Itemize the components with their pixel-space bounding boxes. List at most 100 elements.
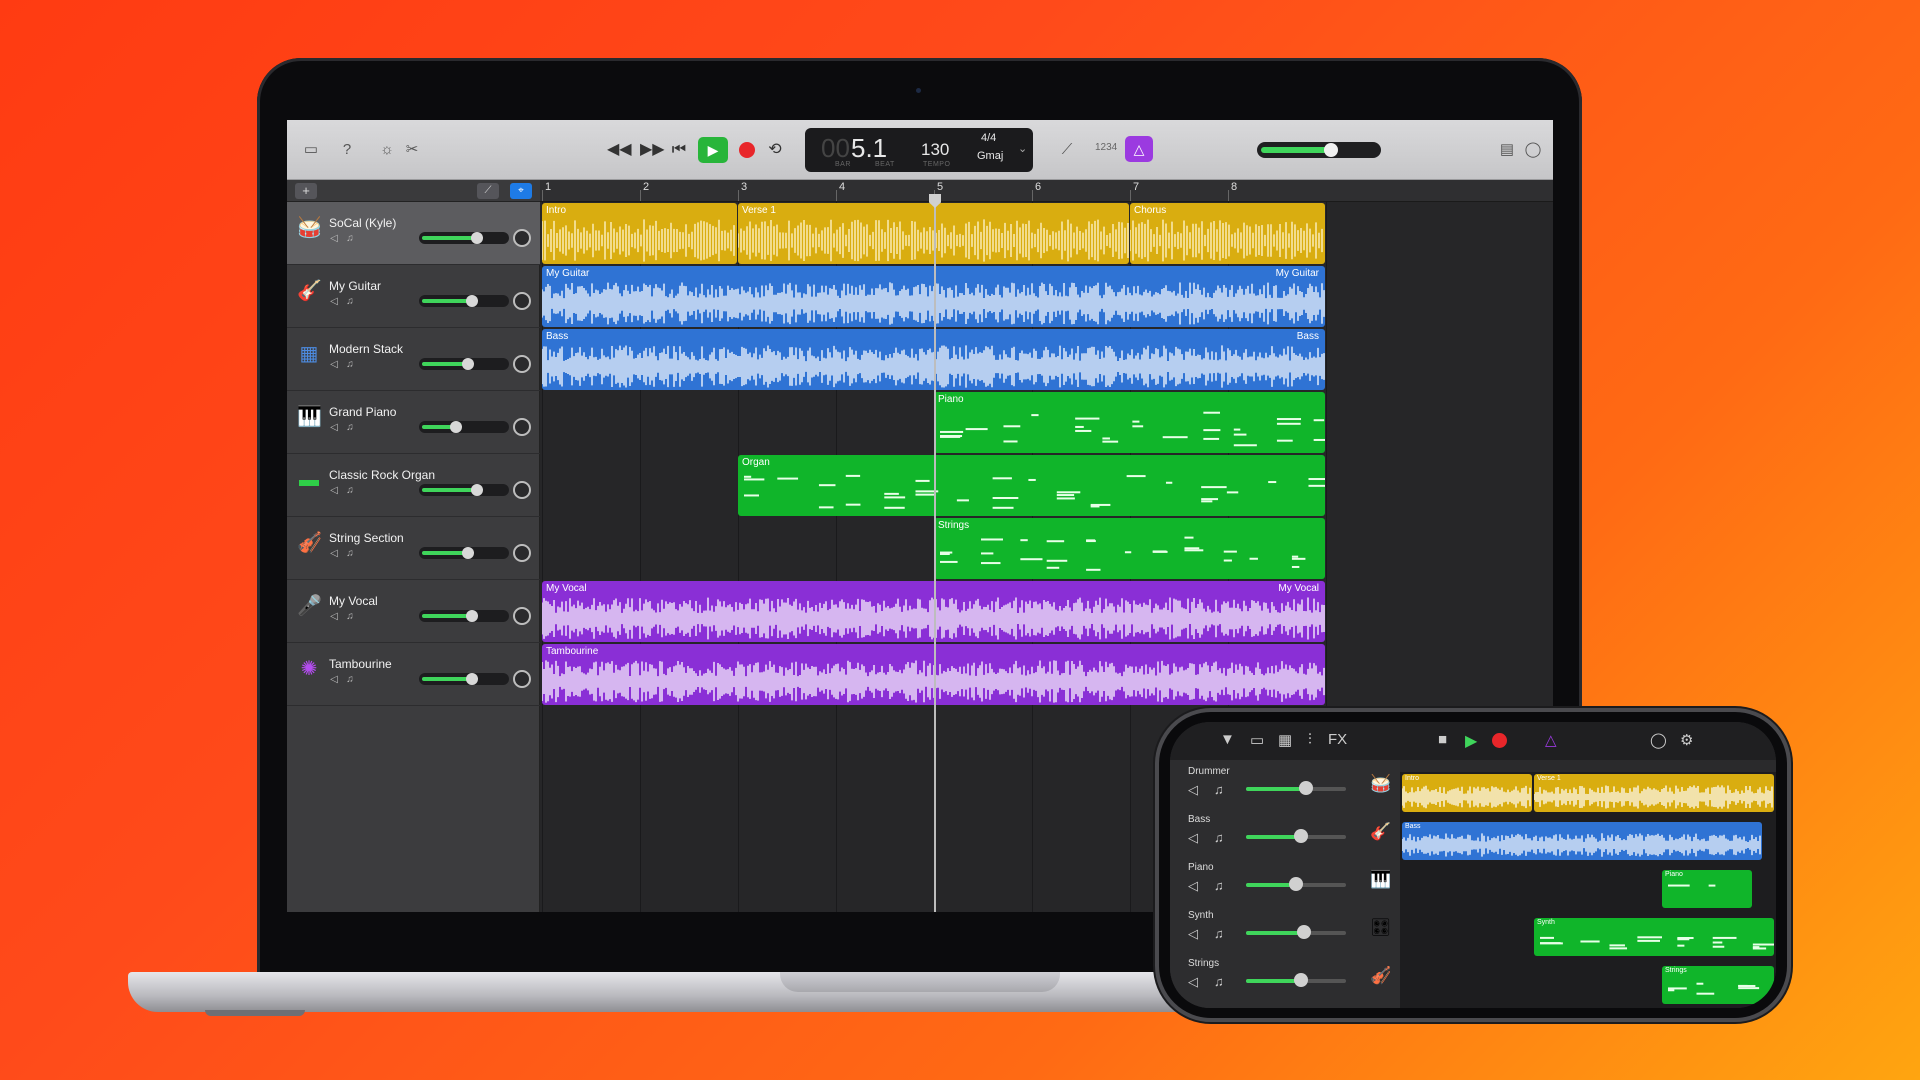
headphones-icon[interactable]: ♫ — [343, 485, 357, 497]
phone-track-header[interactable]: Piano ◁ ♫ 🎹 — [1170, 856, 1400, 904]
phone-ruler[interactable] — [1400, 760, 1776, 772]
editors-icon[interactable]: ✂ — [402, 140, 422, 160]
phone-volume-knob[interactable] — [1294, 829, 1308, 843]
track-header[interactable]: ✺ Tambourine ◁ ♫ — [287, 643, 540, 706]
volume-knob[interactable] — [466, 673, 479, 685]
region-midi[interactable]: Organ — [738, 455, 1325, 516]
pan-knob[interactable] — [513, 292, 531, 310]
headphones-icon[interactable]: ♫ — [343, 296, 357, 308]
phone-volume-knob[interactable] — [1294, 973, 1308, 987]
mute-icon[interactable]: ◁ — [1188, 830, 1198, 846]
instrument-icon[interactable]: ▦ — [1278, 731, 1292, 749]
phone-track-header[interactable]: Bass ◁ ♫ 🎸 — [1170, 808, 1400, 856]
region-drum[interactable]: Intro — [542, 203, 737, 264]
phone-region[interactable]: Intro — [1402, 774, 1532, 812]
phone-volume-knob[interactable] — [1297, 925, 1311, 939]
volume-slider[interactable] — [419, 232, 509, 244]
master-volume-slider[interactable] — [1257, 142, 1381, 158]
cycle-icon[interactable]: ⟲ — [765, 137, 785, 163]
pan-knob[interactable] — [513, 418, 531, 436]
track-header[interactable]: ▬ Classic Rock Organ ◁ ♫ — [287, 454, 540, 517]
track-header[interactable]: 🎤 My Vocal ◁ ♫ — [287, 580, 540, 643]
pan-knob[interactable] — [513, 544, 531, 562]
view-toggle-icon[interactable]: ▭ — [1250, 731, 1264, 749]
pan-knob[interactable] — [513, 229, 531, 247]
playhead[interactable] — [934, 202, 936, 912]
volume-knob[interactable] — [466, 610, 479, 622]
master-volume-knob[interactable] — [1323, 143, 1338, 157]
pan-knob[interactable] — [513, 607, 531, 625]
help-icon[interactable]: ? — [337, 140, 357, 160]
headphones-icon[interactable]: ♫ — [343, 359, 357, 371]
phone-volume-slider[interactable] — [1246, 925, 1346, 939]
phone-volume-slider[interactable] — [1246, 829, 1346, 843]
phone-region[interactable]: Verse 1 — [1534, 774, 1774, 812]
track-header[interactable]: 🥁 SoCal (Kyle) ◁ ♫ — [287, 202, 540, 265]
region-midi[interactable]: Piano — [934, 392, 1325, 453]
phone-volume-slider[interactable] — [1246, 781, 1346, 795]
track-header[interactable]: 🎻 String Section ◁ ♫ — [287, 517, 540, 580]
mute-icon[interactable]: ◁ — [1188, 782, 1198, 798]
metronome-button[interactable]: △ — [1125, 136, 1153, 162]
headphones-icon[interactable]: ♫ — [343, 422, 357, 434]
add-track-button[interactable]: + — [295, 183, 317, 199]
pan-knob[interactable] — [513, 670, 531, 688]
mute-icon[interactable]: ◁ — [1188, 974, 1198, 990]
track-header[interactable]: 🎸 My Guitar ◁ ♫ — [287, 265, 540, 328]
mute-icon[interactable]: ◁ — [1188, 926, 1198, 942]
pan-knob[interactable] — [513, 481, 531, 499]
mute-icon[interactable]: ◁ — [327, 422, 341, 434]
fast-forward-icon[interactable]: ▶▶ — [640, 137, 665, 163]
volume-knob[interactable] — [466, 295, 479, 307]
phone-volume-knob[interactable] — [1289, 877, 1303, 891]
mute-icon[interactable]: ◁ — [327, 548, 341, 560]
phone-track-header[interactable]: Drummer ◁ ♫ 🥁 — [1170, 760, 1400, 808]
mute-icon[interactable]: ◁ — [327, 296, 341, 308]
rewind-icon[interactable]: ◀◀ — [607, 137, 632, 163]
mute-icon[interactable]: ◁ — [327, 359, 341, 371]
record-button[interactable] — [739, 142, 755, 158]
fx-button[interactable]: FX — [1328, 731, 1347, 748]
smart-controls-icon[interactable]: ☼ — [377, 140, 397, 160]
phone-metronome-icon[interactable]: △ — [1545, 731, 1557, 749]
mute-icon[interactable]: ◁ — [327, 611, 341, 623]
phone-loop-icon[interactable]: ◯ — [1650, 731, 1667, 749]
volume-slider[interactable] — [419, 547, 509, 559]
phone-tracks-area[interactable]: Intro Verse 1 Bass Piano Synth Strings — [1400, 760, 1776, 1008]
phone-record-button[interactable] — [1492, 733, 1507, 748]
go-to-beginning-icon[interactable]: ⏮ — [671, 137, 687, 163]
chevron-down-icon[interactable]: ⌄ — [1018, 142, 1027, 155]
headphones-icon[interactable]: ♫ — [1214, 782, 1224, 797]
mute-icon[interactable]: ◁ — [327, 674, 341, 686]
mute-icon[interactable]: ◁ — [1188, 878, 1198, 894]
phone-volume-slider[interactable] — [1246, 973, 1346, 987]
region-midi[interactable]: Strings — [934, 518, 1325, 579]
browser-menu-icon[interactable]: ▼ — [1220, 731, 1235, 748]
notepad-icon[interactable]: ▤ — [1497, 140, 1517, 160]
phone-track-header[interactable]: Strings ◁ ♫ 🎻 — [1170, 952, 1400, 1000]
headphones-icon[interactable]: ♫ — [1214, 926, 1224, 941]
volume-slider[interactable] — [419, 484, 509, 496]
region-drum[interactable]: Chorus — [1130, 203, 1325, 264]
lcd-display[interactable]: 00 5.1 BAR BEAT 130 TEMPO 4/4 Gmaj ⌄ — [805, 128, 1033, 172]
bar-ruler[interactable]: 1 2 3 4 5 6 7 8 — [540, 180, 1553, 202]
count-in-button[interactable]: 1234 — [1095, 142, 1117, 153]
phone-track-header[interactable]: Synth ◁ ♫ 🎛 — [1170, 904, 1400, 952]
phone-volume-knob[interactable] — [1299, 781, 1313, 795]
volume-knob[interactable] — [470, 232, 483, 244]
phone-play-button[interactable]: ▶ — [1465, 731, 1477, 751]
phone-region[interactable]: Strings — [1662, 966, 1774, 1004]
flex-button[interactable]: ⌖ — [510, 183, 532, 199]
phone-region[interactable]: Piano — [1662, 870, 1752, 908]
volume-slider[interactable] — [419, 610, 509, 622]
headphones-icon[interactable]: ♫ — [1214, 878, 1224, 893]
volume-slider[interactable] — [419, 421, 509, 433]
volume-slider[interactable] — [419, 358, 509, 370]
automation-button[interactable]: ⟋ — [477, 183, 499, 199]
mute-icon[interactable]: ◁ — [327, 233, 341, 245]
headphones-icon[interactable]: ♫ — [343, 611, 357, 623]
mixer-icon[interactable]: ⫶ — [1308, 731, 1312, 748]
volume-slider[interactable] — [419, 295, 509, 307]
library-icon[interactable]: ▭ — [301, 140, 321, 160]
headphones-icon[interactable]: ♫ — [343, 233, 357, 245]
